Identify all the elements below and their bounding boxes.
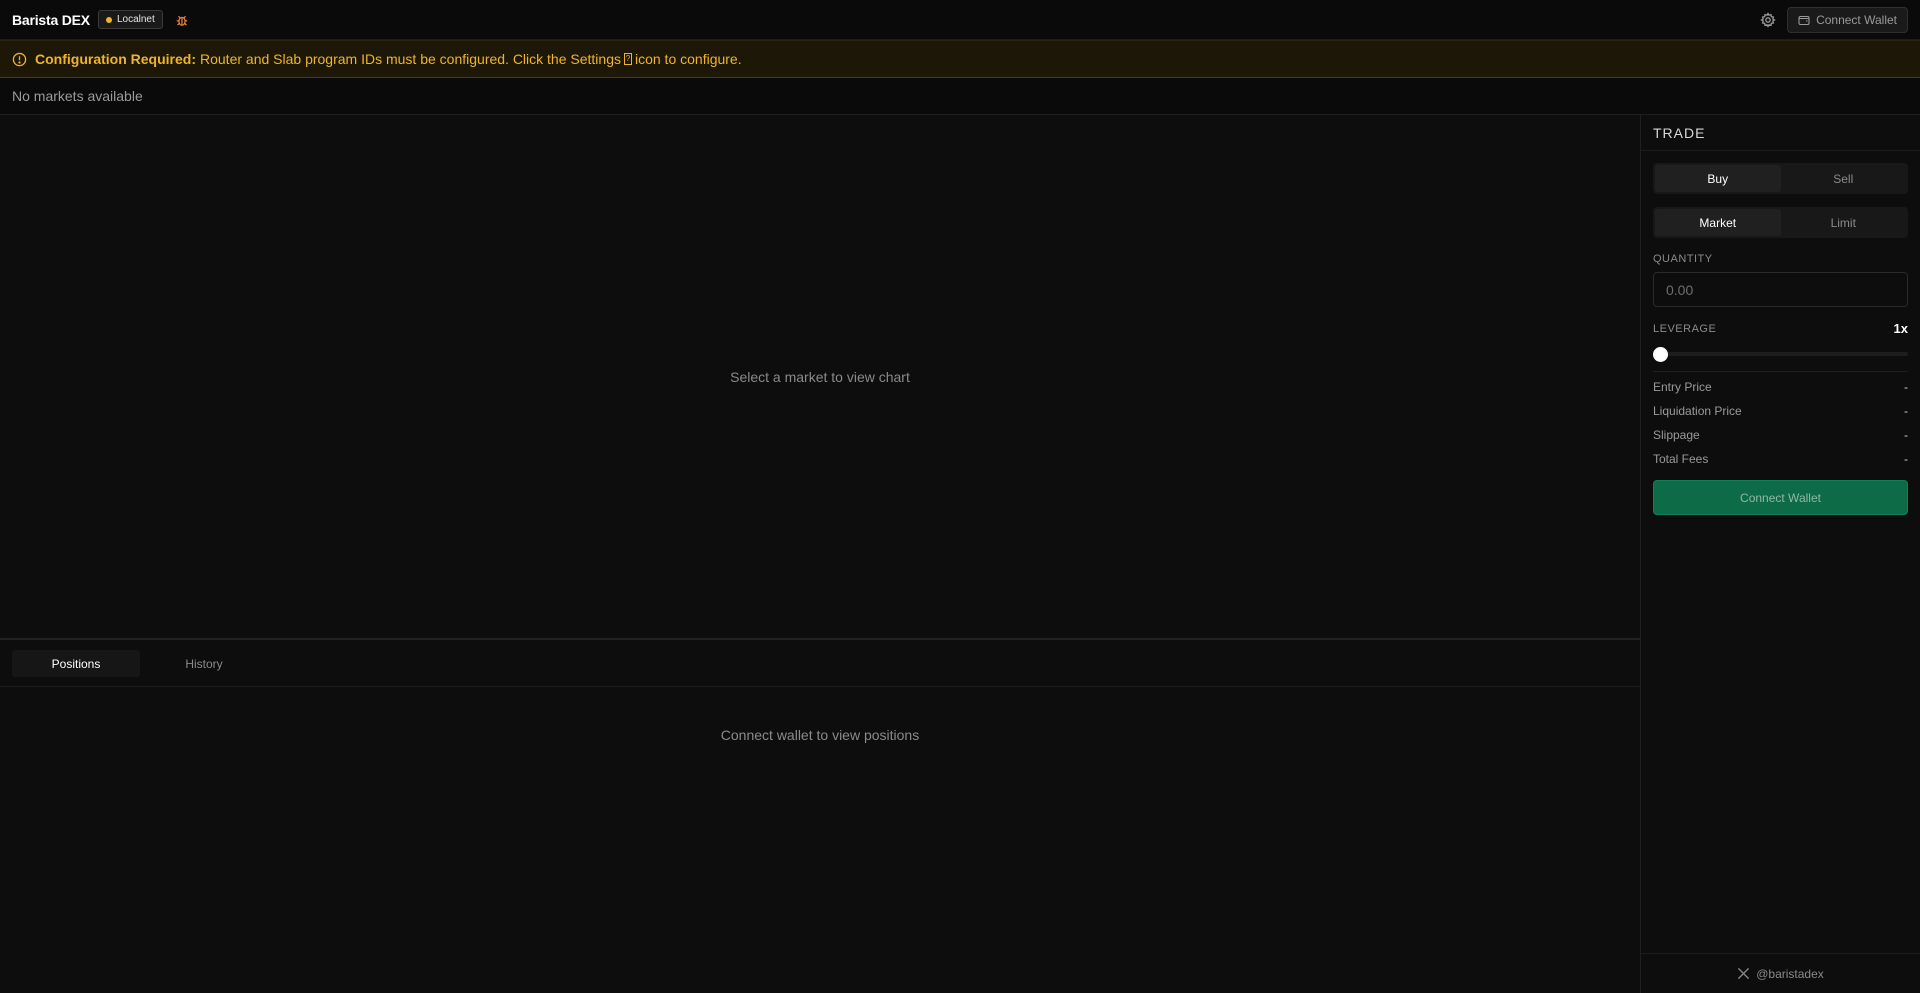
entry-price-label: Entry Price xyxy=(1653,380,1712,394)
configuration-warning-banner: Configuration Required: Router and Slab … xyxy=(0,40,1920,78)
trade-connect-wallet-button[interactable]: Connect Wallet xyxy=(1653,480,1908,515)
total-fees-value: - xyxy=(1904,452,1908,466)
banner-message-after: icon to configure. xyxy=(634,51,742,67)
header-actions: Connect Wallet xyxy=(1760,6,1908,33)
top-header: Barista DEX Localnet Connect Wallet xyxy=(0,0,1920,40)
limit-order-button[interactable]: Limit xyxy=(1781,209,1907,236)
leverage-slider-thumb[interactable] xyxy=(1653,347,1668,362)
header-connect-wallet-button[interactable]: Connect Wallet xyxy=(1787,6,1908,33)
settings-placeholder-icon: ? xyxy=(623,53,632,65)
leverage-label: LEVERAGE xyxy=(1653,322,1717,335)
liquidation-price-value: - xyxy=(1904,404,1908,418)
header-connect-wallet-label: Connect Wallet xyxy=(1816,12,1897,27)
chart-empty-text: Select a market to view chart xyxy=(730,368,910,385)
entry-price-value: - xyxy=(1904,380,1908,394)
leverage-slider-track[interactable] xyxy=(1653,352,1908,356)
positions-tabs: Positions History xyxy=(0,641,1640,687)
network-label: Localnet xyxy=(116,14,155,25)
x-logo-icon xyxy=(1738,967,1750,980)
order-summary: Entry Price - Liquidation Price - Slippa… xyxy=(1653,375,1908,471)
total-fees-label: Total Fees xyxy=(1653,452,1709,466)
trade-panel: TRADE Buy Sell Market Limit QUANTITY LEV… xyxy=(1640,115,1920,993)
tab-positions[interactable]: Positions xyxy=(12,650,140,677)
brand-title[interactable]: Barista DEX xyxy=(12,12,90,28)
market-selector-bar: No markets available xyxy=(0,78,1920,115)
leverage-value: 1x xyxy=(1893,321,1908,336)
social-footer[interactable]: @baristadex xyxy=(1641,953,1920,993)
quantity-label: QUANTITY xyxy=(1653,253,1713,265)
trade-form: Buy Sell Market Limit QUANTITY LEVERAGE … xyxy=(1641,163,1920,515)
liquidation-price-label: Liquidation Price xyxy=(1653,404,1742,418)
trade-title: TRADE xyxy=(1641,115,1920,151)
network-status-dot xyxy=(105,16,112,23)
positions-panel: Positions History Connect wallet to view… xyxy=(0,641,1640,993)
social-handle[interactable]: @baristadex xyxy=(1756,967,1824,981)
entry-price-row: Entry Price - xyxy=(1653,375,1908,399)
chart-area: Select a market to view chart xyxy=(0,115,1640,640)
side-toggle: Buy Sell xyxy=(1653,163,1908,194)
buy-button[interactable]: Buy xyxy=(1655,165,1781,192)
leverage-header: LEVERAGE 1x xyxy=(1653,321,1908,336)
total-fees-row: Total Fees - xyxy=(1653,447,1908,471)
banner-title: Configuration Required: xyxy=(35,51,196,67)
market-order-button[interactable]: Market xyxy=(1655,209,1781,236)
wallet-icon xyxy=(1798,15,1810,25)
leverage-slider[interactable] xyxy=(1653,347,1908,362)
no-markets-text: No markets available xyxy=(12,88,143,104)
slippage-row: Slippage - xyxy=(1653,423,1908,447)
bug-icon[interactable] xyxy=(175,13,189,27)
positions-empty-state: Connect wallet to view positions xyxy=(0,687,1640,783)
slippage-label: Slippage xyxy=(1653,428,1700,442)
slippage-value: - xyxy=(1904,428,1908,442)
network-badge[interactable]: Localnet xyxy=(97,10,163,29)
sell-button[interactable]: Sell xyxy=(1781,165,1907,192)
positions-empty-text: Connect wallet to view positions xyxy=(720,727,920,743)
warning-circle-icon xyxy=(12,52,27,66)
liquidation-price-row: Liquidation Price - xyxy=(1653,399,1908,423)
order-type-toggle: Market Limit xyxy=(1653,207,1908,238)
tab-history[interactable]: History xyxy=(140,650,268,677)
quantity-input[interactable] xyxy=(1653,272,1908,307)
gear-icon[interactable] xyxy=(1760,11,1776,28)
banner-message-before: Router and Slab program IDs must be conf… xyxy=(200,51,621,67)
trade-divider xyxy=(1653,371,1908,372)
